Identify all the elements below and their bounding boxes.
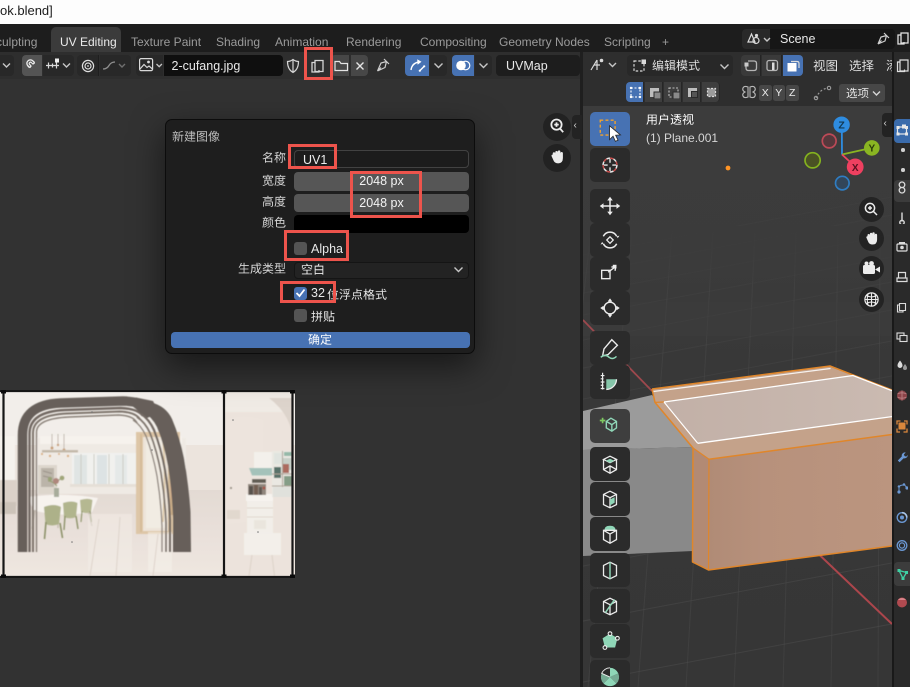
svg-text:X: X <box>852 163 859 174</box>
svg-text:Y: Y <box>868 144 875 155</box>
svg-text:Z: Z <box>838 120 845 132</box>
